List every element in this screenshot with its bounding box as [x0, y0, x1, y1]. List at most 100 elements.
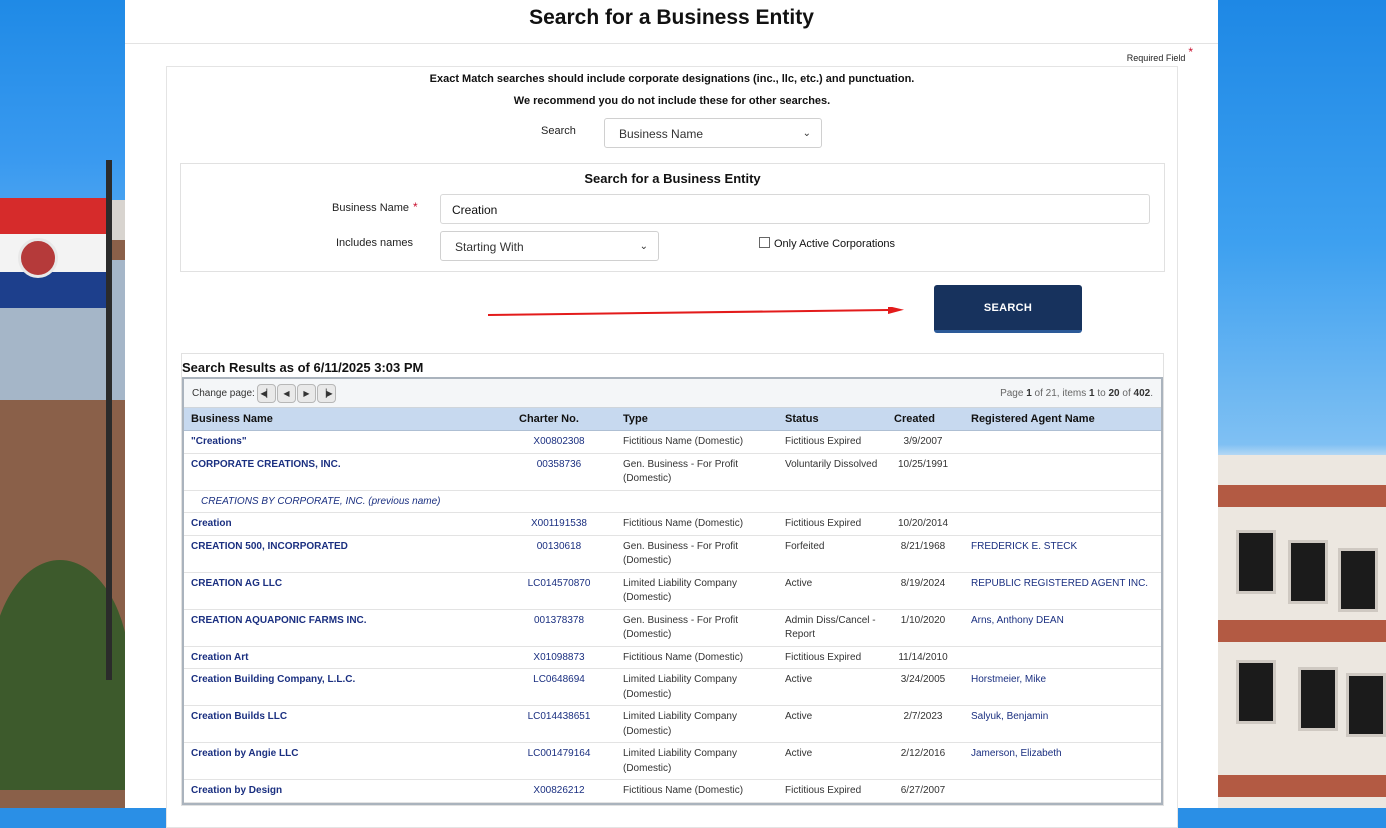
- registered-agent-link[interactable]: Salyuk, Benjamin: [964, 705, 1161, 743]
- registered-agent-link[interactable]: REPUBLIC REGISTERED AGENT INC.: [964, 572, 1161, 610]
- results-grid: Change page: ◀▏ ◀ ▶ ▕▶ Page 1 of 21, items …: [182, 377, 1163, 805]
- exact-match-note: Exact Match searches should include corp…: [429, 73, 915, 85]
- next-page-icon[interactable]: ▶: [297, 384, 316, 403]
- charter-number-link[interactable]: 00358736: [502, 453, 616, 491]
- col-registered-agent[interactable]: Registered Agent Name: [964, 408, 1161, 431]
- previous-name-row: CREATIONS BY CORPORATE, INC. (previous n…: [184, 490, 1161, 513]
- created-date: 6/27/2007: [882, 779, 964, 803]
- search-type-label: Search: [541, 125, 576, 137]
- search-results: Search Results as of 6/11/2025 3:03 PM C…: [181, 353, 1164, 806]
- created-date: 8/21/1968: [882, 535, 964, 573]
- first-page-icon[interactable]: ◀▏: [257, 384, 276, 403]
- business-name-link[interactable]: Creation Building Company, L.L.C.: [184, 668, 502, 706]
- col-business-name[interactable]: Business Name: [184, 408, 502, 431]
- business-name-link[interactable]: Creation: [184, 512, 502, 536]
- table-row: Creation X001191538 Fictitious Name (Domes…: [184, 512, 1161, 536]
- only-active-label: Only Active Corporations: [774, 238, 896, 250]
- business-name-link[interactable]: "Creations": [184, 430, 502, 454]
- charter-number-link[interactable]: LC0648694: [502, 668, 616, 706]
- previous-name: CREATIONS BY CORPORATE, INC. (previous n…: [184, 490, 1161, 513]
- pager-info: Page 1 of 21, items 1 to 20 of 402.: [1000, 388, 1153, 399]
- registered-agent-link[interactable]: Arns, Anthony DEAN: [964, 609, 1161, 647]
- table-row: Creation by Angie LLC LC001479164 Limited …: [184, 742, 1161, 780]
- table-row: Creation by Design X00826212 Fictitious Na…: [184, 779, 1161, 803]
- business-name-link[interactable]: Creation by Angie LLC: [184, 742, 502, 780]
- business-name-link[interactable]: Creation Builds LLC: [184, 705, 502, 743]
- registered-agent-link[interactable]: FREDERICK E. STECK: [964, 535, 1161, 573]
- table-row: CREATION AG LLC LC014570870 Limited Liabil…: [184, 572, 1161, 610]
- table-row: Creation Builds LLC LC014438651 Limited Li…: [184, 705, 1161, 743]
- business-name-link[interactable]: CREATION AG LLC: [184, 572, 502, 610]
- created-date: 2/7/2023: [882, 705, 964, 743]
- required-field-label: Required Field: [1126, 53, 1186, 63]
- red-arrow-annotation: [488, 307, 904, 316]
- charter-number-link[interactable]: X00826212: [502, 779, 616, 803]
- change-page-label: Change page:: [192, 388, 255, 399]
- entity-status: Forfeited: [778, 535, 882, 573]
- header-row: Business Name Charter No. Type Status Cr…: [184, 408, 1161, 431]
- page-title: Search for a Business Entity: [529, 6, 814, 29]
- charter-number-link[interactable]: LC014570870: [502, 572, 616, 610]
- charter-number-link[interactable]: X001191538: [502, 512, 616, 536]
- flag-pole: [106, 160, 112, 680]
- charter-number-link[interactable]: X00802308: [502, 430, 616, 454]
- flag-seal: [18, 238, 58, 278]
- business-name-link[interactable]: CREATION 500, INCORPORATED: [184, 535, 502, 573]
- registered-agent-link[interactable]: Jamerson, Elizabeth: [964, 742, 1161, 780]
- col-charter-no[interactable]: Charter No.: [502, 408, 616, 431]
- entity-type: Fictitious Name (Domestic): [616, 779, 778, 803]
- charter-number-link[interactable]: LC014438651: [502, 705, 616, 743]
- entity-type: Fictitious Name (Domestic): [616, 512, 778, 536]
- charter-number-link[interactable]: X01098873: [502, 646, 616, 669]
- registered-agent-link: [964, 453, 1161, 491]
- background-left: [0, 0, 125, 808]
- business-name-link[interactable]: Creation Art: [184, 646, 502, 669]
- last-page-icon[interactable]: ▕▶: [317, 384, 336, 403]
- search-type-select[interactable]: Business Name ⌄: [604, 118, 822, 148]
- entity-status: Fictitious Expired: [778, 779, 882, 803]
- registered-agent-link: [964, 430, 1161, 454]
- col-status[interactable]: Status: [778, 408, 882, 431]
- charter-number-link[interactable]: 00130618: [502, 535, 616, 573]
- recommend-note: We recommend you do not include these fo…: [513, 95, 831, 107]
- results-body: "Creations" X00802308 Fictitious Name (Dom…: [184, 430, 1161, 803]
- entity-type: Limited Liability Company (Domestic): [616, 668, 778, 706]
- charter-number-link[interactable]: 001378378: [502, 609, 616, 647]
- created-date: 10/25/1991: [882, 453, 964, 491]
- business-name-link[interactable]: CORPORATE CREATIONS, INC.: [184, 453, 502, 491]
- table-row: CORPORATE CREATIONS, INC. 00358736 Gen. Bu…: [184, 453, 1161, 491]
- prev-page-icon[interactable]: ◀: [277, 384, 296, 403]
- search-form-container: Exact Match searches should include corp…: [166, 66, 1178, 828]
- includes-names-select[interactable]: Starting With ⌄: [440, 231, 659, 261]
- created-date: 2/12/2016: [882, 742, 964, 780]
- entity-type: Gen. Business - For Profit (Domestic): [616, 609, 778, 647]
- checkbox-icon[interactable]: [759, 237, 770, 248]
- created-date: 10/20/2014: [882, 512, 964, 536]
- only-active-checkbox[interactable]: Only Active Corporations: [759, 237, 895, 250]
- item-total: 402: [1133, 388, 1151, 399]
- results-title: Search Results as of 6/11/2025 3:03 PM: [182, 360, 424, 375]
- business-name-input[interactable]: Creation: [440, 194, 1150, 224]
- entity-type: Limited Liability Company (Domestic): [616, 742, 778, 780]
- entity-status: Active: [778, 705, 882, 743]
- charter-number-link[interactable]: LC001479164: [502, 742, 616, 780]
- created-date: 8/19/2024: [882, 572, 964, 610]
- registered-agent-link: [964, 646, 1161, 669]
- col-created[interactable]: Created: [882, 408, 964, 431]
- table-row: "Creations" X00802308 Fictitious Name (Dom…: [184, 430, 1161, 454]
- search-button[interactable]: SEARCH: [934, 285, 1082, 333]
- chevron-down-icon: ⌄: [639, 241, 648, 252]
- registered-agent-link[interactable]: Horstmeier, Mike: [964, 668, 1161, 706]
- registered-agent-link: [964, 512, 1161, 536]
- form-title: Search for a Business Entity: [584, 171, 761, 186]
- business-name-label-wrap: Business Name *: [332, 200, 418, 214]
- entity-status: Active: [778, 742, 882, 780]
- registered-agent-link: [964, 779, 1161, 803]
- business-name-link[interactable]: Creation by Design: [184, 779, 502, 803]
- title-divider: [125, 43, 1218, 44]
- table-row: Creation Building Company, L.L.C. LC06486…: [184, 668, 1161, 706]
- table-row: Creation Art X01098873 Fictitious Name (Do…: [184, 646, 1161, 669]
- business-name-link[interactable]: CREATION AQUAPONIC FARMS INC.: [184, 609, 502, 647]
- col-type[interactable]: Type: [616, 408, 778, 431]
- entity-status: Voluntarily Dissolved: [778, 453, 882, 491]
